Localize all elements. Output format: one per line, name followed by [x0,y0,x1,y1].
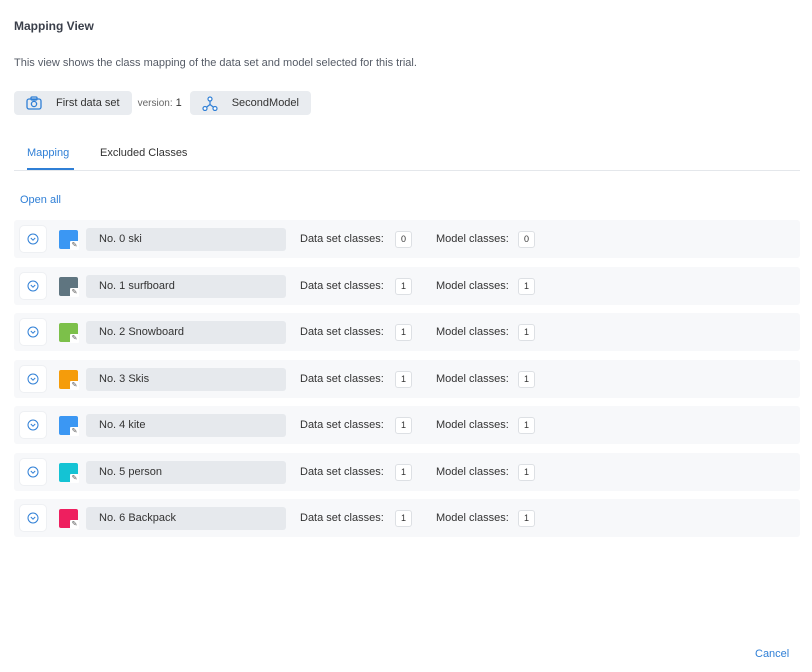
dataset-classes-label: Data set classes: [300,372,384,385]
model-classes-label: Model classes: [436,326,509,338]
tab-bar: Mapping Excluded Classes [14,142,800,171]
dataset-classes-count: 1 [395,277,412,295]
model-chip-label: SecondModel [231,97,299,109]
label-type-icon: ✎ [70,241,79,250]
model-chip[interactable]: SecondModel [189,91,311,115]
expand-row-button[interactable] [20,505,46,531]
model-classes-label: Model classes: [436,512,509,524]
dataset-classes-count: 1 [395,370,412,388]
class-color-swatch: ✎ [59,509,79,529]
dataset-classes-label: Data set classes: [300,512,384,524]
class-row: ✎ No. 5 person Data set classes: 1 Model… [14,452,800,491]
cancel-button[interactable]: Cancel [755,648,789,660]
class-name: No. 2 Snowboard [86,321,286,344]
dataset-chip[interactable]: First data set [14,91,132,115]
chevron-down-circle-icon [27,466,39,477]
label-type-icon: ✎ [70,380,79,390]
chevron-down-circle-icon [27,326,39,338]
dataset-classes-label: Data set classes: [300,279,384,292]
class-color-swatch: ✎ [59,462,79,483]
selection-chips: First data set version: 1 SecondModel [14,91,311,115]
class-row: ✎ No. 1 surfboard Data set classes: 1 Mo… [14,266,800,305]
class-color-swatch: ✎ [59,323,79,343]
expand-row-button[interactable] [20,458,46,485]
class-row: ✎ No. 2 Snowboard Data set classes: 1 Mo… [14,313,800,351]
class-color-swatch: ✎ [59,416,79,436]
dataset-classes-label: Data set classes: [300,465,384,478]
model-classes-label: Model classes: [436,419,509,431]
dataset-classes-count: 1 [395,463,412,481]
dataset-classes-count: 1 [395,324,412,341]
dataset-classes-label: Data set classes: [300,326,384,338]
camera-icon [26,96,42,110]
class-name: No. 4 kite [86,414,286,437]
tab-mapping[interactable]: Mapping [27,147,69,159]
class-color-swatch: ✎ [59,369,79,390]
class-name: No. 1 surfboard [86,274,286,298]
expand-row-button[interactable] [20,365,46,392]
page-title: Mapping View [14,19,94,33]
label-type-icon: ✎ [70,287,79,297]
model-classes-count: 0 [518,231,535,248]
model-classes-label: Model classes: [436,372,509,385]
tab-excluded-classes[interactable]: Excluded Classes [100,147,187,159]
dataset-chip-label: First data set [56,97,120,109]
model-classes-count: 1 [518,463,535,481]
label-type-icon: ✎ [70,427,79,436]
class-name: No. 3 Skis [86,367,286,391]
expand-row-button[interactable] [20,226,46,252]
class-name: No. 0 ski [86,228,286,251]
class-row: ✎ No. 4 kite Data set classes: 1 Model c… [14,406,800,444]
network-icon [202,95,218,111]
model-classes-count: 1 [518,324,535,341]
class-color-swatch: ✎ [59,276,79,297]
chevron-down-circle-icon [27,280,39,291]
class-mapping-list: ✎ No. 0 ski Data set classes: 0 Model cl… [14,220,800,546]
class-row: ✎ No. 3 Skis Data set classes: 1 Model c… [14,359,800,398]
dataset-classes-label: Data set classes: [300,419,384,431]
dataset-classes-count: 1 [395,417,412,434]
version-info: version: 1 [138,97,182,109]
version-value: 1 [175,97,182,109]
model-classes-count: 1 [518,417,535,434]
active-tab-indicator [27,168,74,170]
chevron-down-circle-icon [27,512,39,524]
page-description: This view shows the class mapping of the… [14,57,417,69]
chevron-down-circle-icon [27,419,39,431]
model-classes-label: Model classes: [436,465,509,478]
dataset-classes-count: 0 [395,231,412,248]
label-type-icon: ✎ [70,334,79,343]
chevron-down-circle-icon [27,233,39,245]
expand-row-button[interactable] [20,412,46,438]
open-all-link[interactable]: Open all [20,194,61,206]
label-type-icon: ✎ [70,520,79,529]
expand-row-button[interactable] [20,319,46,345]
label-type-icon: ✎ [70,473,79,483]
model-classes-label: Model classes: [436,233,509,245]
class-row: ✎ No. 6 Backpack Data set classes: 1 Mod… [14,499,800,537]
expand-row-button[interactable] [20,272,46,299]
model-classes-count: 1 [518,277,535,295]
model-classes-count: 1 [518,370,535,388]
chevron-down-circle-icon [27,373,39,384]
model-classes-label: Model classes: [436,279,509,292]
version-label: version: [137,98,173,109]
class-name: No. 5 person [86,460,286,484]
dataset-classes-label: Data set classes: [300,233,384,245]
dataset-classes-count: 1 [395,510,412,527]
class-color-swatch: ✎ [59,230,79,250]
class-row: ✎ No. 0 ski Data set classes: 0 Model cl… [14,220,800,258]
class-name: No. 6 Backpack [86,507,286,530]
model-classes-count: 1 [518,510,535,527]
